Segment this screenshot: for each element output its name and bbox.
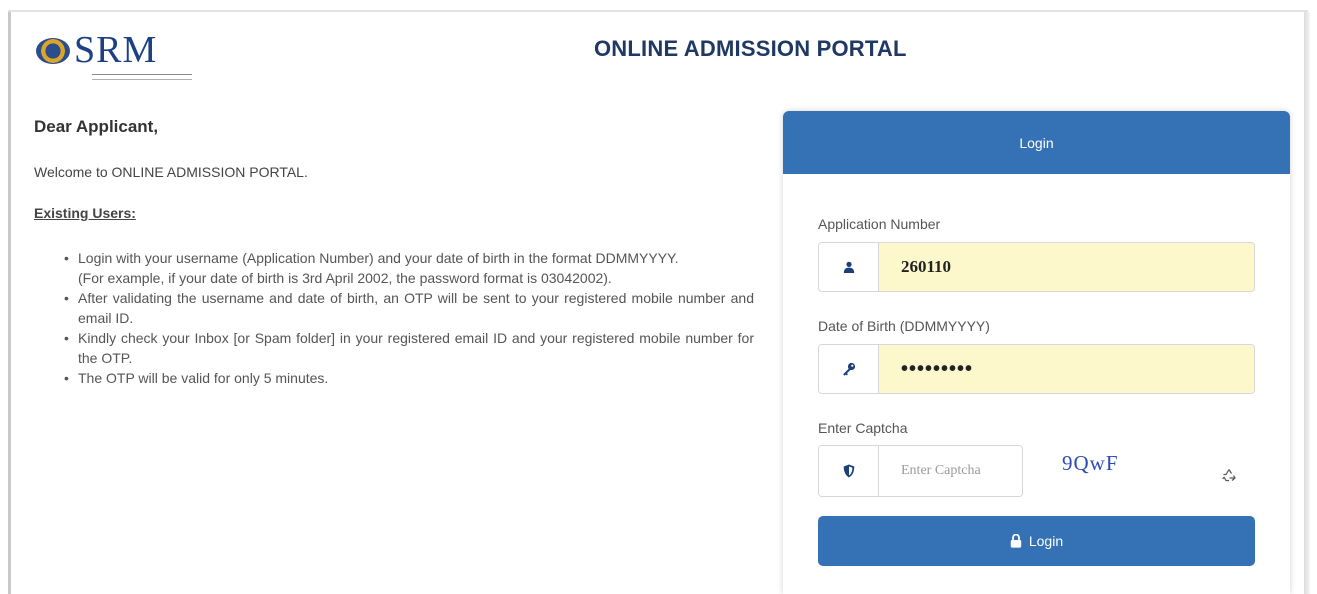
instruction-text: Login with your username (Application Nu… [78,250,679,266]
frame-left-edge [8,12,11,594]
login-button-label: Login [1028,533,1064,549]
refresh-icon[interactable] [1221,467,1237,483]
dob-label: Date of Birth (DDMMYYYY) [818,318,990,334]
logo-subtitle-lines [92,74,192,80]
captcha-label: Enter Captcha [818,420,908,436]
list-item: Kindly check your Inbox [or Spam folder]… [64,328,754,368]
captcha-challenge-text: 9QwF [1062,451,1119,475]
srm-logo: SRM [36,30,196,80]
frame-top-edge [8,10,1308,12]
instruction-text: The OTP will be valid for only 5 minutes… [78,370,329,386]
user-icon [819,243,879,291]
logo-text: SRM [74,29,158,71]
login-card: Login Application Number Date of Birth (… [783,111,1290,594]
dob-group [818,344,1255,394]
lock-icon [1010,534,1022,548]
instruction-text: After validating the username and date o… [78,290,754,326]
captcha-input[interactable] [879,446,1022,496]
page-title: ONLINE ADMISSION PORTAL [594,36,907,61]
instruction-list: Login with your username (Application Nu… [64,248,754,388]
login-button[interactable]: Login [818,516,1255,566]
instruction-text: Kindly check your Inbox [or Spam folder]… [78,330,754,366]
list-item: Login with your username (Application Nu… [64,248,754,288]
shield-icon [819,446,879,496]
application-number-label: Application Number [818,216,941,232]
dob-password-input[interactable] [879,345,1254,393]
captcha-group [818,445,1023,497]
login-card-header: Login [783,111,1290,174]
greeting-heading: Dear Applicant, [34,117,159,136]
list-item: The OTP will be valid for only 5 minutes… [64,368,754,388]
welcome-text: Welcome to ONLINE ADMISSION PORTAL. [34,164,308,180]
list-item: After validating the username and date o… [64,288,754,328]
key-icon [819,345,879,393]
application-number-group [818,242,1255,292]
instruction-note: (For example, if your date of birth is 3… [78,270,612,286]
frame-right-edge [1304,12,1310,594]
existing-users-heading: Existing Users: [34,205,136,221]
srm-emblem-icon [36,38,70,64]
application-number-input[interactable] [879,243,1254,291]
